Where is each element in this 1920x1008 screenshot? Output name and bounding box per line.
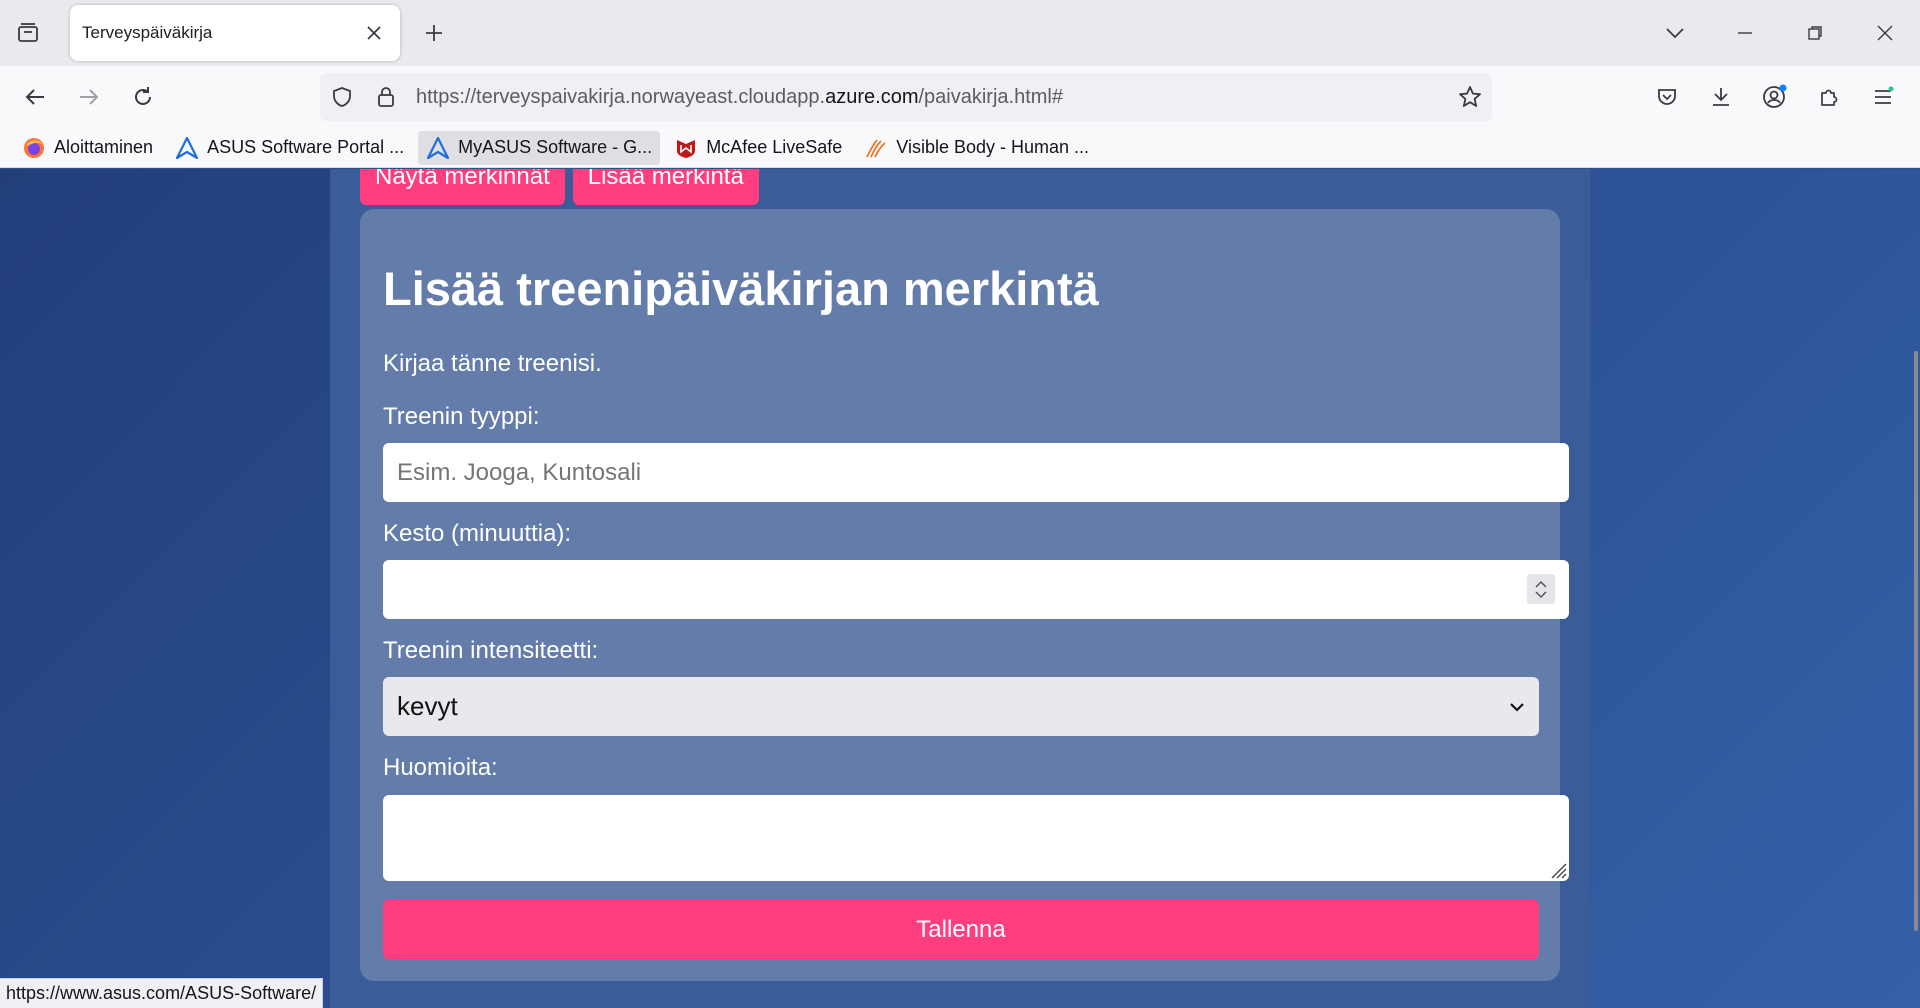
bookmark-asus-software-portal[interactable]: ASUS Software Portal ... — [167, 131, 412, 165]
intensity-label: Treenin intensiteetti: — [383, 637, 599, 664]
list-all-tabs-button[interactable] — [1640, 0, 1710, 66]
minimize-icon — [1738, 32, 1752, 34]
intensity-selected-value: kevyt — [397, 691, 458, 721]
lock-icon — [378, 87, 394, 107]
url-prefix: https://terveyspaivakirja.norwayeast.clo… — [416, 85, 826, 108]
account-button[interactable] — [1748, 70, 1802, 124]
bookmark-star-button[interactable] — [1448, 73, 1492, 121]
bookmarks-toolbar: Aloittaminen ASUS Software Portal ... My… — [0, 128, 1920, 168]
site-info-button[interactable] — [364, 73, 408, 121]
reload-button[interactable] — [116, 70, 170, 124]
bookmark-aloittaminen[interactable]: Aloittaminen — [14, 131, 161, 165]
puzzle-icon — [1821, 89, 1838, 106]
save-button[interactable]: Tallenna — [383, 900, 1539, 959]
url-text: https://terveyspaivakirja.norwayeast.clo… — [408, 86, 1448, 109]
firefox-icon — [22, 136, 46, 160]
restore-button[interactable] — [1780, 0, 1850, 66]
arrow-right-icon — [80, 89, 99, 105]
plus-icon — [426, 25, 442, 41]
notes-label: Huomioita: — [383, 754, 498, 781]
tab-list-icon — [18, 23, 38, 42]
page-scrollbar[interactable] — [1914, 351, 1918, 931]
tab-list-button[interactable] — [0, 0, 56, 66]
restore-icon — [1808, 26, 1822, 40]
chevron-up-icon — [1535, 580, 1547, 588]
entry-form-card: Lisää treenipäiväkirjan merkintä Kirjaa … — [360, 209, 1569, 981]
app-menu-button[interactable] — [1856, 70, 1910, 124]
tab-strip: Terveyspäiväkirja — [0, 0, 1920, 66]
shield-icon — [333, 87, 351, 107]
bookmark-label: Visible Body - Human ... — [896, 137, 1090, 157]
asus-icon — [426, 136, 450, 160]
pocket-icon — [1658, 89, 1676, 105]
downloads-button[interactable] — [1694, 70, 1748, 124]
back-button[interactable] — [8, 70, 62, 124]
notes-textarea[interactable] — [383, 795, 1569, 881]
workout-type-input[interactable] — [383, 443, 1569, 502]
tracking-protection-button[interactable] — [320, 73, 364, 121]
bookmark-label: ASUS Software Portal ... — [207, 137, 405, 157]
bookmark-label: MyASUS Software - G... — [458, 137, 653, 157]
new-tab-button[interactable] — [406, 5, 462, 61]
bookmark-mcafee-livesafe[interactable]: McAfee LiveSafe — [666, 131, 850, 165]
close-icon — [1877, 25, 1893, 41]
pocket-button[interactable] — [1640, 70, 1694, 124]
reload-icon — [135, 87, 151, 105]
star-icon — [1459, 86, 1481, 107]
menu-icon — [1875, 86, 1894, 104]
bookmark-label: McAfee LiveSafe — [706, 137, 843, 157]
navigation-toolbar: https://terveyspaivakirja.norwayeast.clo… — [0, 66, 1920, 128]
bookmark-myasus-software[interactable]: MyASUS Software - G... — [418, 130, 661, 165]
duration-label: Kesto (minuuttia): — [383, 520, 572, 547]
chevron-down-icon — [1535, 590, 1547, 598]
workout-type-label: Treenin tyyppi: — [383, 403, 540, 430]
page-viewport: Näytä merkinnät Lisää merkintä Lisää tre… — [0, 169, 1920, 1008]
page-title: Lisää treenipäiväkirjan merkintä — [383, 262, 1099, 315]
minimize-button[interactable] — [1710, 0, 1780, 66]
top-navigation: Näytä merkinnät Lisää merkintä — [360, 169, 767, 205]
extensions-button[interactable] — [1802, 70, 1856, 124]
show-entries-button[interactable]: Näytä merkinnät — [360, 169, 565, 205]
account-icon — [1763, 84, 1787, 108]
intensity-select[interactable]: kevyt — [383, 677, 1539, 736]
bookmark-label: Aloittaminen — [54, 137, 154, 157]
url-domain: azure.com — [825, 85, 919, 108]
url-path: /paivakirja.html# — [918, 85, 1063, 108]
arrow-left-icon — [25, 89, 44, 105]
chevron-down-icon — [1510, 702, 1524, 712]
mcafee-icon — [674, 136, 698, 160]
forward-button[interactable] — [62, 70, 116, 124]
chevron-down-icon — [1666, 28, 1684, 39]
download-icon — [1713, 88, 1729, 106]
tab-terveyspaivakirja[interactable]: Terveyspäiväkirja — [70, 5, 400, 61]
close-window-button[interactable] — [1850, 0, 1920, 66]
add-entry-button[interactable]: Lisää merkintä — [572, 169, 759, 205]
link-status-bar: https://www.asus.com/ASUS-Software/ — [0, 978, 324, 1008]
close-icon — [367, 26, 381, 40]
page-container: Näytä merkinnät Lisää merkintä Lisää tre… — [330, 169, 1590, 1008]
close-tab-button[interactable] — [362, 21, 386, 45]
bookmark-visible-body[interactable]: Visible Body - Human ... — [856, 131, 1097, 165]
address-bar[interactable]: https://terveyspaivakirja.norwayeast.clo… — [320, 73, 1492, 121]
form-description: Kirjaa tänne treenisi. — [383, 350, 602, 377]
visible-body-icon — [864, 136, 888, 160]
duration-stepper[interactable] — [1527, 574, 1555, 604]
asus-icon — [175, 136, 199, 160]
duration-input[interactable] — [383, 560, 1569, 619]
tab-title: Terveyspäiväkirja — [82, 23, 213, 42]
resize-grip-icon[interactable] — [1547, 859, 1567, 879]
